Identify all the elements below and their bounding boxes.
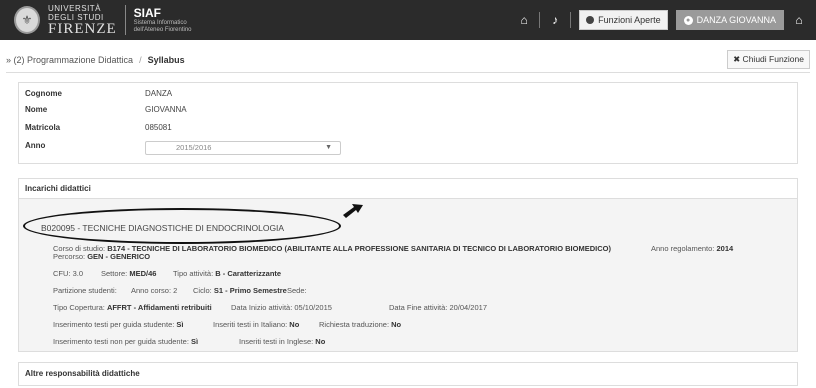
chevron-down-icon: ▼ [325,144,332,151]
data-fine-value: 20/04/2017 [449,303,487,312]
anno-label: Anno [25,141,46,150]
university-name-line3: FIRENZE [48,20,117,37]
close-function-button[interactable]: ✖ Chiudi Funzione [727,50,810,69]
breadcrumb-separator: / [139,55,142,65]
ciclo-field: Ciclo: S1 - Primo Semestre [193,286,287,295]
nome-label: Nome [25,105,48,114]
anno-select[interactable]: 2015/2016 ▼ [145,141,341,155]
corso-value: B174 - TECNICHE DI LABORATORIO BIOMEDICO… [107,244,611,253]
siaf-subtitle-2: dell'Ateneo Fiorentino [133,26,192,33]
university-seal-icon: ⚜ [14,6,40,34]
copertura-field: Tipo Copertura: AFFRT - Affidamenti retr… [53,303,212,312]
teaching-section-header: Incarichi didattici [18,178,798,199]
anno-select-value: 2015/2016 [176,143,212,152]
percorso-row: Percorso: GEN - GENERICO [53,252,151,261]
inserimento-guida-field: Inserimento testi per guida studente: Sì [53,320,184,329]
inserimento-non-guida-value: Sì [191,337,199,346]
open-functions-label: Funzioni Aperte [598,15,661,25]
tipo-attivita-field: Tipo attività: B - Caratterizzante [173,269,282,278]
navbar-divider [570,12,572,28]
breadcrumb: » (2) Programmazione Didattica / Syllabu… [6,48,810,73]
inseriti-italiano-value: No [289,320,300,329]
teaching-assignment-panel: B020095 - TECNICHE DIAGNOSTICHE DI ENDOC… [18,198,798,352]
university-name-line1: UNIVERSITÀ [48,3,102,13]
user-icon: ● [683,15,693,25]
tipo-attivita-value: B - Caratterizzante [215,269,282,278]
annotation-arrow-icon [343,204,363,218]
anno-corso-value: 2 [173,286,178,295]
breadcrumb-current: Syllabus [147,55,185,65]
student-info-panel: Cognome DANZA Nome GIOVANNA Matricola 08… [18,82,798,164]
other-responsibilities-header: Altre responsabilità didattiche [18,362,798,386]
open-functions-button[interactable]: Funzioni Aperte [579,10,668,30]
anno-regolamento: Anno regolamento: 2014 [651,244,734,253]
bell-icon[interactable]: ♪ [548,13,562,27]
home-icon[interactable]: ⌂ [517,13,531,27]
data-fine-field: Data Fine attività: 20/04/2017 [389,303,487,312]
inseriti-inglese-value: No [315,337,326,346]
richiesta-traduzione-field: Richiesta traduzione: No [319,320,402,329]
data-inizio-value: 05/10/2015 [294,303,332,312]
partizione-field: Partizione studenti: [53,286,117,295]
inseriti-italiano-field: Inseriti testi in Italiano: No [213,320,300,329]
logo-divider [124,5,126,35]
user-menu-button[interactable]: ● DANZA GIOVANNA [675,10,784,30]
navbar-actions: ⌂ ♪ Funzioni Aperte ● DANZA GIOVANNA ⌂ [517,9,806,31]
siaf-subtitle-1: Sistema Informatico [133,19,187,26]
settore-field: Settore: MED/46 [101,269,157,278]
cfu-field: CFU: 3.0 [53,269,84,278]
top-navbar: ⚜ UNIVERSITÀ DEGLI STUDI FIRENZE SIAF Si… [0,0,816,40]
percorso-value: GEN - GENERICO [87,252,151,261]
settore-value: MED/46 [129,269,157,278]
user-name-label: DANZA GIOVANNA [696,15,776,25]
inserimento-guida-value: Sì [176,320,184,329]
anno-corso-field: Anno corso: 2 [131,286,178,295]
nome-value: GIOVANNA [145,105,187,114]
highlight-ellipse [23,208,341,244]
data-inizio-field: Data Inizio attività: 05/10/2015 [231,303,332,312]
home-alt-icon[interactable]: ⌂ [792,13,806,27]
matricola-label: Matricola [25,123,61,132]
ciclo-value: S1 - Primo Semestre [213,286,287,295]
open-functions-icon [586,16,595,24]
siaf-title: SIAF [133,5,162,20]
siaf-logo: SIAF Sistema Informatico dell'Ateneo Fio… [133,5,192,34]
cognome-label: Cognome [25,89,62,98]
cfu-value: 3.0 [72,269,84,278]
navbar-divider [539,12,541,28]
richiesta-traduzione-value: No [391,320,402,329]
inseriti-inglese-field: Inseriti testi in Inglese: No [239,337,326,346]
sede-field: Sede: [287,286,307,295]
copertura-value: AFFRT - Affidamenti retribuiti [106,303,212,312]
anno-regolamento-value: 2014 [716,244,734,253]
breadcrumb-parent[interactable]: » (2) Programmazione Didattica [6,55,133,65]
matricola-value: 085081 [145,123,172,132]
university-logo[interactable]: ⚜ UNIVERSITÀ DEGLI STUDI FIRENZE SIAF Si… [14,4,192,36]
cognome-value: DANZA [145,89,173,98]
inserimento-non-guida-field: Inserimento testi non per guida studente… [53,337,199,346]
